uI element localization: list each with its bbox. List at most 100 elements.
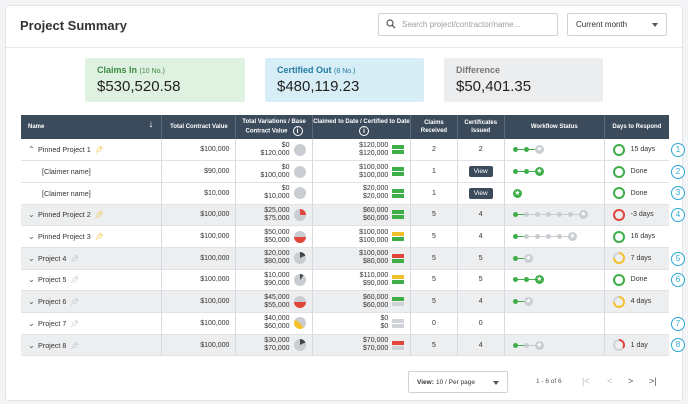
chevron-down-icon[interactable]: ⌄	[28, 319, 38, 328]
sort-down-icon[interactable]: ↓	[148, 120, 153, 130]
pie-icon	[293, 252, 306, 265]
total-contract-value: $90,000	[161, 160, 237, 183]
claim-bar-icon	[392, 275, 405, 285]
table-row[interactable]: ⌄ Pinned Project 3 📌︎ $100,000 $50,000 $50,00…	[21, 225, 669, 248]
page-title: Project Summary	[20, 18, 127, 33]
table-row[interactable]: ⌄ Project 6 📌︎ $100,000 $45,000 $55,000 $60,00…	[21, 290, 669, 313]
per-page-select[interactable]: View: 10 / Per page	[408, 371, 508, 393]
col-variations: Total Variations / Base Contract Value i	[235, 115, 313, 139]
view-button[interactable]: View	[468, 187, 493, 199]
prev-page-icon[interactable]: <	[607, 376, 612, 386]
claimed-value: $110,000	[359, 271, 389, 279]
table-row[interactable]: ⌄ Project 5 📌︎ $100,000 $10,000 $90,000 $110,0…	[21, 269, 669, 291]
pin-icon[interactable]: 📌︎	[70, 320, 79, 328]
base-value: $60,000	[264, 323, 290, 331]
pin-icon[interactable]: 📌︎	[95, 211, 104, 219]
base-value: $55,000	[264, 301, 290, 309]
difference-summary: Difference $50,401.35	[444, 58, 603, 102]
period-select[interactable]: Current month	[567, 13, 667, 36]
certificates-issued: 4	[478, 298, 483, 306]
table-row[interactable]: [Claimer name] $10,000 $0 $10,000 $20,000 $20…	[21, 182, 669, 205]
table-row[interactable]: [Claimer name] $90,000 $0 $100,000 $100,000 $…	[21, 160, 669, 183]
chevron-down-icon[interactable]: ⌄	[28, 254, 38, 263]
callout-badge: 1	[671, 143, 685, 157]
chevron-down-icon[interactable]: ⌄	[28, 341, 38, 350]
claims-received: 5	[410, 247, 458, 270]
table-row[interactable]: ⌄ Project 8 📌︎ $100,000 $30,000 $70,000 $70,00…	[21, 334, 669, 356]
pin-icon[interactable]: 📌︎	[70, 342, 79, 350]
project-name[interactable]: Pinned Project 1	[38, 145, 91, 154]
workflow-progress: ★	[512, 188, 522, 198]
table-row[interactable]: ⌄ Pinned Project 2 📌︎ $100,000 $25,000 $75,00…	[21, 204, 669, 226]
next-page-icon[interactable]: >	[628, 376, 633, 386]
view-label: View:	[417, 379, 434, 386]
project-name[interactable]: Project 5	[38, 275, 66, 284]
total-contract-value: $100,000	[161, 334, 237, 356]
view-button[interactable]: View	[468, 166, 493, 178]
col-total-contract-value: Total Contract Value	[161, 115, 237, 139]
info-icon[interactable]: i	[358, 126, 369, 136]
variations-value: $45,000	[264, 293, 290, 301]
chevron-down-icon[interactable]: ⌄	[28, 275, 38, 284]
project-name[interactable]: Project 4	[38, 254, 66, 263]
project-summary-card: Project Summary Search project/contracto…	[5, 5, 685, 401]
certificates-issued: 4	[478, 211, 483, 219]
pin-icon[interactable]: 📌︎	[95, 233, 104, 241]
claimed-value: $100,000	[359, 250, 389, 258]
claimed-value: $60,000	[362, 293, 389, 301]
project-name[interactable]: Pinned Project 3	[38, 232, 91, 241]
col-name[interactable]: Name ↓	[21, 115, 163, 139]
last-page-icon[interactable]: >|	[649, 376, 657, 386]
table-row[interactable]: ⌄ Project 4 📌︎ $100,000 $20,000 $80,000 $100,0…	[21, 247, 669, 270]
info-icon[interactable]: i	[292, 126, 303, 136]
project-name[interactable]: Project 8	[38, 341, 66, 350]
variations-value: $0	[281, 141, 290, 149]
pin-icon[interactable]: 📌︎	[70, 255, 79, 263]
pin-icon[interactable]: 📌︎	[70, 276, 79, 284]
project-name[interactable]: Project 7	[38, 319, 66, 328]
chevron-down-icon[interactable]: ⌄	[28, 232, 38, 241]
claims-in-count: (10 No.)	[139, 68, 165, 75]
pin-icon[interactable]: 📌︎	[95, 146, 104, 154]
chevron-down-icon[interactable]: ⌄	[28, 210, 38, 219]
variations-value: $25,000	[264, 206, 290, 214]
pie-icon	[293, 339, 306, 352]
certified-value: $90,000	[362, 279, 389, 287]
base-value: $50,000	[264, 236, 290, 244]
pin-icon[interactable]: 📌︎	[70, 298, 79, 306]
certified-value: $20,000	[362, 193, 389, 201]
days-value: 4 days	[630, 298, 652, 306]
search-input[interactable]: Search project/contractor/name...	[378, 13, 558, 36]
claim-bar-icon	[392, 188, 405, 198]
col-certificates-issued: Certificates Issued	[457, 115, 505, 139]
claims-received: 5	[410, 269, 458, 291]
total-contract-value: $100,000	[161, 225, 237, 248]
table-row[interactable]: ⌃ Pinned Project 1 📌︎ $100,000 $0 $120,000 $12…	[21, 139, 669, 161]
period-value: Current month	[576, 20, 628, 29]
claimed-value: $100,000	[359, 163, 389, 171]
project-name[interactable]: Pinned Project 2	[38, 210, 91, 219]
workflow-progress: ★	[512, 145, 544, 155]
claims-received: 1	[410, 160, 458, 183]
pie-icon	[293, 208, 306, 221]
claimed-value: $100,000	[359, 228, 389, 236]
total-contract-value: $100,000	[161, 204, 237, 226]
chevron-down-icon[interactable]: ⌄	[28, 297, 38, 306]
callout-badge: 7	[671, 316, 685, 331]
total-contract-value: $100,000	[161, 312, 237, 335]
claims-received: 5	[410, 334, 458, 356]
claim-bar-icon	[392, 340, 405, 350]
table-row[interactable]: ⌄ Project 7 📌︎ $100,000 $40,000 $60,000 $0 $0 0 0	[21, 312, 669, 335]
first-page-icon[interactable]: |<	[582, 376, 590, 386]
claims-received: 2	[410, 139, 458, 161]
workflow-progress: ★	[512, 297, 533, 307]
base-value: $10,000	[264, 193, 290, 201]
claims-in-summary: Claims In (10 No.) $530,520.58	[85, 58, 245, 102]
chevron-up-icon[interactable]: ⌃	[28, 145, 38, 154]
claims-received: 5	[410, 204, 458, 226]
certified-out-summary: Certified Out (8 No.) $480,119.23	[265, 58, 424, 102]
claims-received: 0	[410, 312, 458, 335]
workflow-progress: ★	[512, 253, 533, 263]
project-name[interactable]: Project 6	[38, 297, 66, 306]
col-days-to-respond: Days to Respond	[604, 115, 669, 139]
